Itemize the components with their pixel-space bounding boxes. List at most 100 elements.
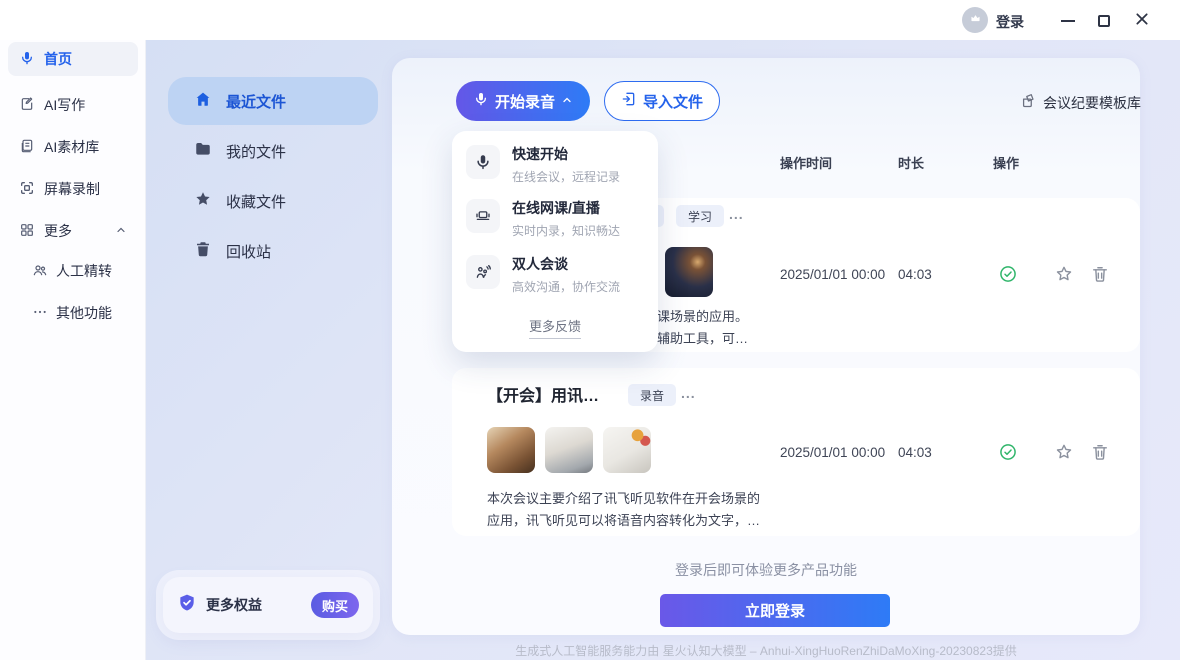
filenav-item-my-files[interactable]: 我的文件 [168,135,378,167]
sidebar-item-label: 人工精转 [56,261,112,281]
column-header-actions: 操作 [993,153,1019,172]
login-link[interactable]: 登录 [996,12,1024,32]
row-time: 2025/01/01 00:00 [780,267,885,282]
chevron-up-icon [561,93,573,110]
benefits-label: 更多权益 [206,595,262,615]
grid-icon [19,222,35,241]
materials-icon [19,138,35,157]
favorite-star-button[interactable] [1054,264,1074,284]
description-line: 辅助工具，可… [657,328,807,350]
video-thumbnail[interactable] [487,427,535,473]
sidebar-item-other-functions[interactable]: 其他功能 [26,298,138,328]
import-file-icon [621,91,637,111]
row-time: 2025/01/01 00:00 [780,445,885,460]
maximize-icon [1098,15,1110,27]
doc-edit-icon [19,96,35,115]
close-icon [1134,11,1150,32]
maximize-button[interactable] [1096,13,1112,29]
import-file-label: 导入文件 [643,91,703,112]
filenav-item-recycle-bin[interactable]: 回收站 [168,235,378,267]
menu-item-subtitle: 在线会议，远程记录 [512,168,620,185]
sidebar-item-label: AI素材库 [44,137,99,157]
description-line: 课场景的应用。 [657,306,807,328]
description-line: 本次会议主要介绍了讯飞听见软件在开会场景的 [487,488,787,510]
more-feedback-link[interactable]: 更多反馈 [529,316,581,339]
filenav-item-label: 回收站 [226,241,271,262]
ellipsis-icon [32,304,48,323]
sidebar-item-home[interactable]: 首页 [8,42,138,76]
tag-recording[interactable]: 录音 [628,384,676,406]
start-recording-label: 开始录音 [495,91,555,112]
meeting-templates-label: 会议纪要模板库 [1043,93,1141,113]
menu-item-subtitle: 实时内录，知识畅达 [512,222,620,239]
sidebar-item-ai-writing[interactable]: AI写作 [8,88,138,122]
mic-icon [19,50,35,69]
sidebar-item-manual-transcription[interactable]: 人工精转 [26,256,138,286]
minimize-button[interactable] [1060,13,1076,29]
video-thumbnail[interactable] [545,427,593,473]
home-icon [194,90,212,112]
login-now-button[interactable]: 立即登录 [660,594,890,627]
sidebar-item-label: 首页 [44,49,72,69]
sidebar: 首页 AI写作 AI素材库 屏幕录制 更多 [0,40,146,660]
footer-provider-note: 生成式人工智能服务能力由 星火认知大模型 – Anhui-XingHuoRenZ… [392,642,1140,659]
screen-record-icon [19,180,35,199]
sidebar-item-label: 其他功能 [56,303,112,323]
column-header-time: 操作时间 [780,153,832,172]
sidebar-item-screen-record[interactable]: 屏幕录制 [8,172,138,206]
file-title: 【开会】用讯… [487,382,599,406]
start-recording-button[interactable]: 开始录音 [456,81,590,121]
favorite-star-button[interactable] [1054,442,1074,462]
menu-item-title: 快速开始 [512,146,568,162]
sidebar-item-more[interactable]: 更多 [8,214,138,248]
filenav-item-label: 收藏文件 [226,191,286,212]
sidebar-item-label: AI写作 [44,95,85,115]
close-button[interactable] [1134,13,1150,29]
tag-study[interactable]: 学习 [676,205,724,227]
delete-button[interactable] [1090,442,1110,462]
file-description: 本次会议主要介绍了讯飞听见软件在开会场景的 应用，讯飞听见可以将语音内容转化为文… [487,488,787,532]
filenav-item-recent[interactable]: 最近文件 [168,77,378,125]
file-description: 课场景的应用。 辅助工具，可… [657,306,807,350]
people-icon [32,262,48,281]
trash-icon [194,240,212,262]
menu-item-title: 在线网课/直播 [512,200,600,216]
video-thumbnail[interactable] [665,247,713,297]
more-tags-button[interactable]: ... [681,385,696,401]
app-window: 登录 首页 AI写作 AI素材库 [0,0,1180,660]
title-bar: 登录 [0,0,1180,40]
more-tags-button[interactable]: ... [729,206,744,222]
user-avatar[interactable] [962,7,988,33]
video-thumbnail[interactable] [603,427,651,473]
filenav-item-favorites[interactable]: 收藏文件 [168,185,378,217]
menu-item-title: 双人会谈 [512,256,568,272]
shield-check-icon [177,593,197,618]
people-waves-icon [466,255,500,289]
menu-item-two-person-talk[interactable]: 双人会谈 高效沟通，协作交流 [466,255,644,295]
meeting-templates-link[interactable]: 会议纪要模板库 [1020,92,1141,113]
row-duration: 04:03 [898,267,932,282]
record-dropdown-menu: 快速开始 在线会议，远程记录 在线网课/直播 实时内录，知识畅达 双人会谈 高效… [452,131,658,352]
star-icon [194,190,212,212]
buy-button[interactable]: 购买 [311,592,359,618]
import-file-button[interactable]: 导入文件 [604,81,720,121]
templates-icon [1020,92,1038,113]
filenav-item-label: 最近文件 [226,91,286,112]
menu-item-quick-start[interactable]: 快速开始 在线会议，远程记录 [466,145,644,185]
mic-icon [466,145,500,179]
sidebar-item-ai-materials[interactable]: AI素材库 [8,130,138,164]
filenav-item-label: 我的文件 [226,141,286,162]
crown-avatar-icon [968,10,983,30]
status-check-icon [998,264,1018,284]
sidebar-item-label: 屏幕录制 [44,179,100,199]
laptop-icon [466,199,500,233]
menu-item-online-course[interactable]: 在线网课/直播 实时内录，知识畅达 [466,199,644,239]
status-check-icon [998,442,1018,462]
sidebar-item-label: 更多 [44,221,72,241]
login-prompt: 登录后即可体验更多产品功能 [392,560,1140,580]
menu-item-subtitle: 高效沟通，协作交流 [512,278,620,295]
delete-button[interactable] [1090,264,1110,284]
column-header-duration: 时长 [898,153,924,172]
minimize-icon [1061,20,1075,22]
mic-icon [473,91,489,111]
